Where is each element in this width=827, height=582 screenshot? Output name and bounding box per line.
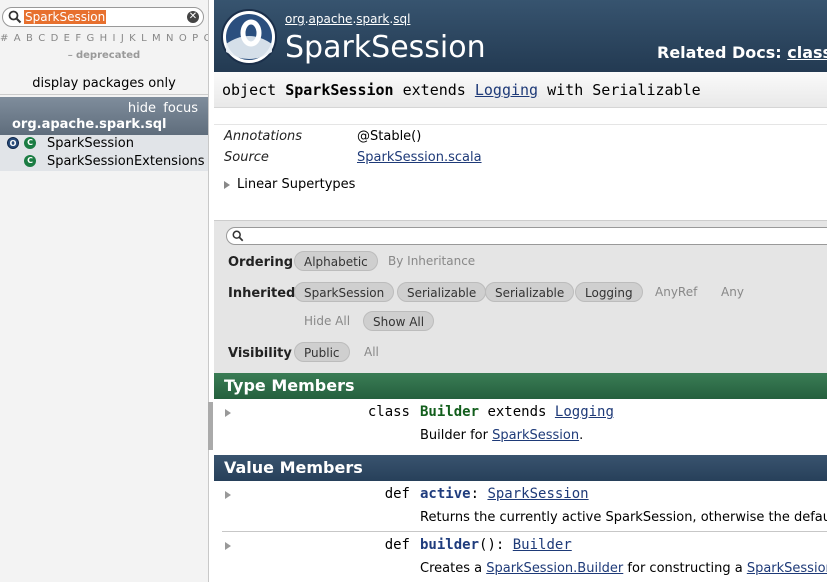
visibility-public-button[interactable]: Public <box>294 342 350 362</box>
member-name[interactable]: Builder <box>420 404 479 420</box>
inherited-serializable-button[interactable]: Serializable <box>485 282 575 302</box>
member-divider <box>222 531 827 532</box>
source-row: Source SparkSession.scala <box>224 150 482 165</box>
breadcrumb-link[interactable]: apache <box>309 12 353 26</box>
member-filter-input[interactable] <box>226 227 827 245</box>
header-banner: org.apache.spark.sql SparkSession Relate… <box>214 0 827 72</box>
content-pane: org.apache.spark.sql SparkSession Relate… <box>214 0 827 582</box>
divider <box>0 94 208 95</box>
hide-all-button[interactable]: Hide All <box>295 311 359 331</box>
sparksession-type-link[interactable]: SparkSession <box>487 486 588 502</box>
focus-package-link[interactable]: focus <box>163 101 198 116</box>
ordering-alphabetic-button[interactable]: Alphabetic <box>294 251 378 271</box>
member-active-def[interactable]: def active: SparkSession Returns the cur… <box>214 484 827 530</box>
source-link[interactable]: SparkSession.scala <box>357 150 482 165</box>
deprecated-link[interactable]: – deprecated <box>0 50 208 61</box>
deprecated-prefix: – <box>67 50 73 61</box>
breadcrumb: org.apache.spark.sql <box>285 12 411 26</box>
breadcrumb-link[interactable]: spark <box>356 12 389 26</box>
member-builder-def[interactable]: def builder(): Builder Creates a SparkSe… <box>214 535 827 581</box>
member-separator: : <box>470 486 480 502</box>
signature-keyword: object <box>222 81 277 99</box>
member-desc-prefix: Creates a <box>420 561 483 576</box>
package-name-link[interactable]: org.apache.spark.sql <box>12 117 166 132</box>
inherited-serializable-button[interactable]: Serializable <box>397 282 487 302</box>
member-desc-suffix: . <box>579 428 584 443</box>
visibility-all-button[interactable]: All <box>355 342 388 362</box>
member-name[interactable]: active <box>420 486 471 502</box>
member-keyword: class <box>367 404 410 420</box>
signature-trait: Serializable <box>592 81 701 99</box>
hide-package-link[interactable]: hide <box>128 101 156 116</box>
logging-link[interactable]: Logging <box>555 404 614 420</box>
source-label: Source <box>224 150 269 165</box>
annotations-label: Annotations <box>224 129 303 144</box>
related-docs-label: Related Docs: <box>657 43 782 62</box>
letter-index[interactable]: # A B C D E F G H I J K L M N O P Q R S … <box>0 33 208 47</box>
related-class-link[interactable]: class Sp <box>787 43 827 62</box>
member-extends: extends <box>487 404 547 420</box>
search-icon <box>232 230 244 242</box>
deprecated-label: deprecated <box>75 50 141 61</box>
member-desc-prefix: Builder for <box>420 428 488 443</box>
member-description: Returns the currently active SparkSessio… <box>420 510 827 525</box>
class-kind-icon[interactable]: C <box>24 137 36 149</box>
object-signature: object SparkSession extends Logging with… <box>214 72 827 108</box>
type-members-header: Type Members <box>214 373 827 399</box>
builder-type-link[interactable]: Builder <box>513 537 572 553</box>
ordering-label: Ordering <box>228 255 294 270</box>
class-list-item[interactable]: O C SparkSession <box>0 135 208 153</box>
linear-supertypes-toggle[interactable]: Linear Supertypes <box>224 177 355 192</box>
inherited-label: Inherited <box>228 286 296 301</box>
package-header: hide focus org.apache.spark.sql <box>0 97 208 135</box>
class-kind-icon[interactable]: C <box>24 155 36 167</box>
class-list-label[interactable]: SparkSession <box>47 136 134 151</box>
member-keyword: def <box>384 537 410 553</box>
attributes-block <box>214 124 827 125</box>
value-members-header: Value Members <box>214 455 827 481</box>
member-desc-middle: for constructing a <box>627 561 743 576</box>
member-description: Creates a SparkSession.Builder for const… <box>420 561 827 576</box>
left-pane: SparkSession ✕ # A B C D E F G H I J K L… <box>0 0 209 582</box>
inherited-any-button[interactable]: Any <box>712 282 753 302</box>
object-logo-icon <box>221 9 277 65</box>
page-title: SparkSession <box>285 30 486 65</box>
member-keyword: def <box>384 486 410 502</box>
linear-supertypes-label: Linear Supertypes <box>237 177 356 192</box>
object-kind-icon[interactable]: O <box>7 137 19 149</box>
breadcrumb-link[interactable]: org <box>285 12 305 26</box>
member-filter-panel: Ordering Alphabetic By Inheritance Inher… <box>214 220 827 373</box>
member-separator: (): <box>479 537 505 553</box>
related-docs: Related Docs: class Sp <box>657 43 827 62</box>
logging-link[interactable]: Logging <box>475 81 538 99</box>
inherited-logging-button[interactable]: Logging <box>575 282 643 302</box>
sparksession-builder-link[interactable]: SparkSession.Builder <box>486 561 623 576</box>
annotations-value: @Stable() <box>357 129 422 144</box>
sparksession-link[interactable]: SparkSession <box>492 428 579 443</box>
signature-name: SparkSession <box>285 81 394 99</box>
ordering-inheritance-button[interactable]: By Inheritance <box>379 251 484 271</box>
class-list-label[interactable]: SparkSessionExtensions <box>47 154 205 169</box>
visibility-label: Visibility <box>228 346 292 361</box>
member-description: Builder for SparkSession. <box>420 428 583 443</box>
show-all-button[interactable]: Show All <box>363 311 435 331</box>
annotations-row: Annotations @Stable() <box>224 129 421 144</box>
sparksession-link[interactable]: SparkSession <box>747 561 827 576</box>
search-icon <box>8 10 22 24</box>
clear-search-icon[interactable]: ✕ <box>187 11 199 23</box>
member-name[interactable]: builder <box>420 537 479 553</box>
inherited-anyref-button[interactable]: AnyRef <box>646 282 706 302</box>
expand-triangle-icon <box>224 180 230 189</box>
class-list-item[interactable]: C SparkSessionExtensions <box>0 153 208 171</box>
search-query: SparkSession <box>24 10 107 24</box>
signature-extends: extends <box>402 81 466 99</box>
member-builder-class[interactable]: class Builder extends Logging Builder fo… <box>214 402 827 450</box>
inherited-sparksession-button[interactable]: SparkSession <box>294 282 395 302</box>
signature-with: with <box>547 81 584 99</box>
breadcrumb-link[interactable]: sql <box>393 12 410 26</box>
display-packages-only-button[interactable]: display packages only <box>0 76 208 91</box>
class-search-input[interactable]: SparkSession ✕ <box>2 7 204 27</box>
pane-resize-handle[interactable] <box>208 402 213 450</box>
